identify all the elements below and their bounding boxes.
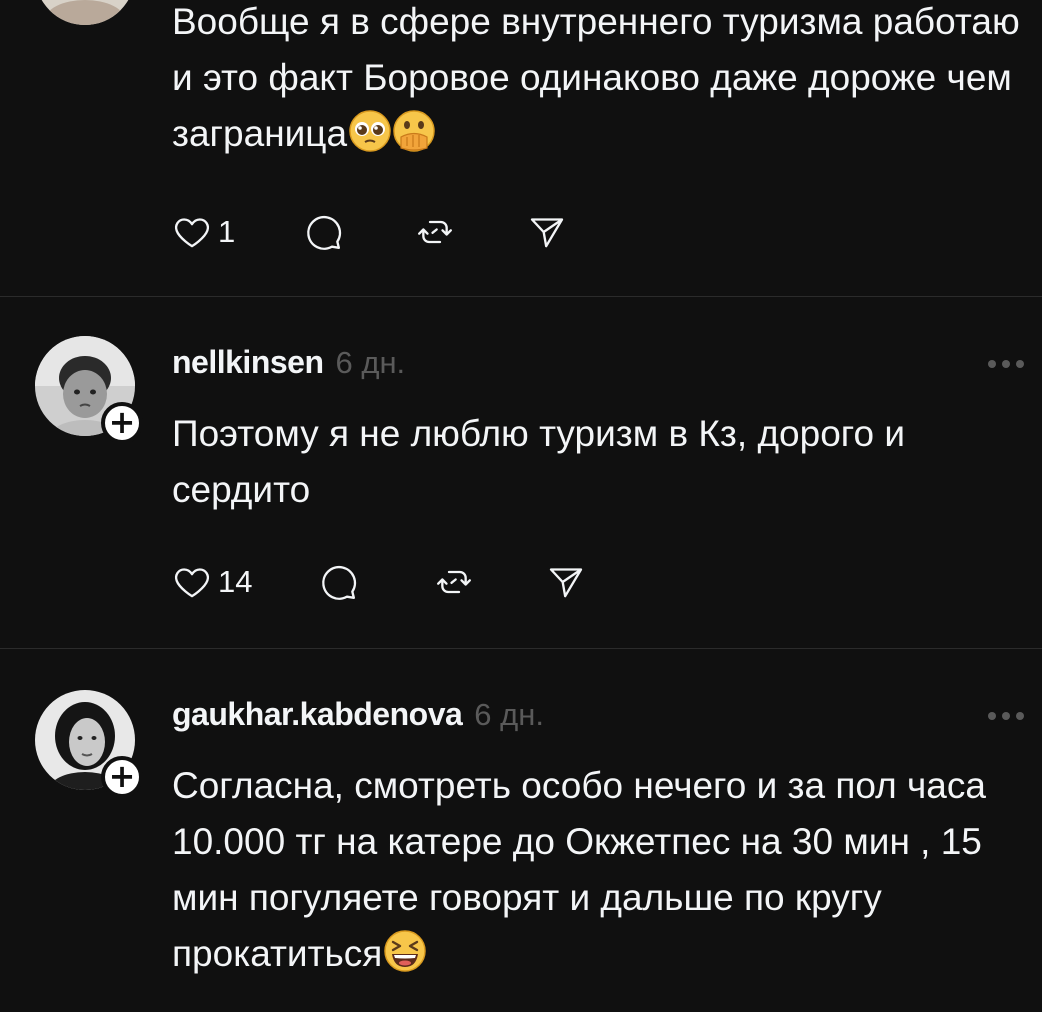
reply-button[interactable]	[303, 212, 343, 252]
plus-icon: +	[108, 403, 136, 441]
grinning-squinting-face-emoji	[384, 930, 427, 972]
post-text-content: Согласна, смотреть особо нечего и за пол…	[172, 765, 986, 974]
post-text: Согласна, смотреть особо нечего и за пол…	[172, 758, 1032, 982]
post-divider	[0, 648, 1042, 649]
post-time: 6 дн.	[474, 697, 544, 732]
post-text-content: Поэтому я не люблю туризм в Кз, дорого и…	[172, 413, 905, 510]
face-with-hand-over-mouth-emoji	[393, 110, 435, 152]
username[interactable]: nellkinsen	[172, 344, 324, 381]
post-2-avatar-wrap: +	[35, 690, 143, 798]
post-divider	[0, 296, 1042, 297]
post-text: Вообще я в сфере внутреннего туризма раб…	[172, 0, 1032, 162]
plus-icon: +	[108, 757, 136, 795]
more-dot-icon	[988, 712, 996, 720]
follow-plus-button[interactable]: +	[101, 756, 143, 798]
more-options-button[interactable]	[988, 712, 1024, 720]
heart-icon	[175, 568, 209, 598]
follow-plus-button[interactable]: +	[101, 402, 143, 444]
more-dot-icon	[988, 360, 996, 368]
like-button[interactable]: 1	[172, 212, 235, 252]
heart-icon	[175, 218, 209, 248]
more-dot-icon	[1016, 360, 1024, 368]
share-button[interactable]	[527, 212, 567, 252]
pleading-face-emoji	[349, 110, 391, 152]
like-count: 14	[218, 564, 253, 599]
post-time: 6 дн.	[335, 345, 406, 380]
send-icon	[550, 568, 583, 598]
post-header: nellkinsen 6 дн.	[172, 344, 405, 388]
post-0-avatar-wrap: +	[35, 0, 135, 25]
like-count: 1	[218, 214, 236, 249]
more-dot-icon	[1002, 712, 1010, 720]
post-text: Поэтому я не люблю туризм в Кз, дорого и…	[172, 406, 1032, 518]
repost-icon	[437, 570, 472, 594]
post-1-avatar-wrap: +	[35, 336, 143, 444]
more-options-button[interactable]	[988, 360, 1024, 368]
send-icon	[531, 218, 564, 248]
comment-icon	[322, 565, 357, 600]
repost-icon	[418, 220, 453, 244]
more-dot-icon	[1016, 712, 1024, 720]
post-text-content: Вообще я в сфере внутреннего туризма раб…	[172, 1, 1020, 154]
comment-icon	[307, 215, 342, 250]
post-header: gaukhar.kabdenova 6 дн.	[172, 696, 544, 740]
post-actions: 1	[172, 212, 567, 252]
more-dot-icon	[1002, 360, 1010, 368]
share-button[interactable]	[546, 562, 586, 602]
avatar[interactable]	[35, 0, 135, 25]
repost-button[interactable]	[415, 212, 455, 252]
username[interactable]: gaukhar.kabdenova	[172, 696, 463, 733]
like-button[interactable]: 14	[172, 562, 252, 602]
repost-button[interactable]	[434, 562, 474, 602]
post-actions: 14	[172, 562, 586, 602]
reply-button[interactable]	[318, 562, 358, 602]
